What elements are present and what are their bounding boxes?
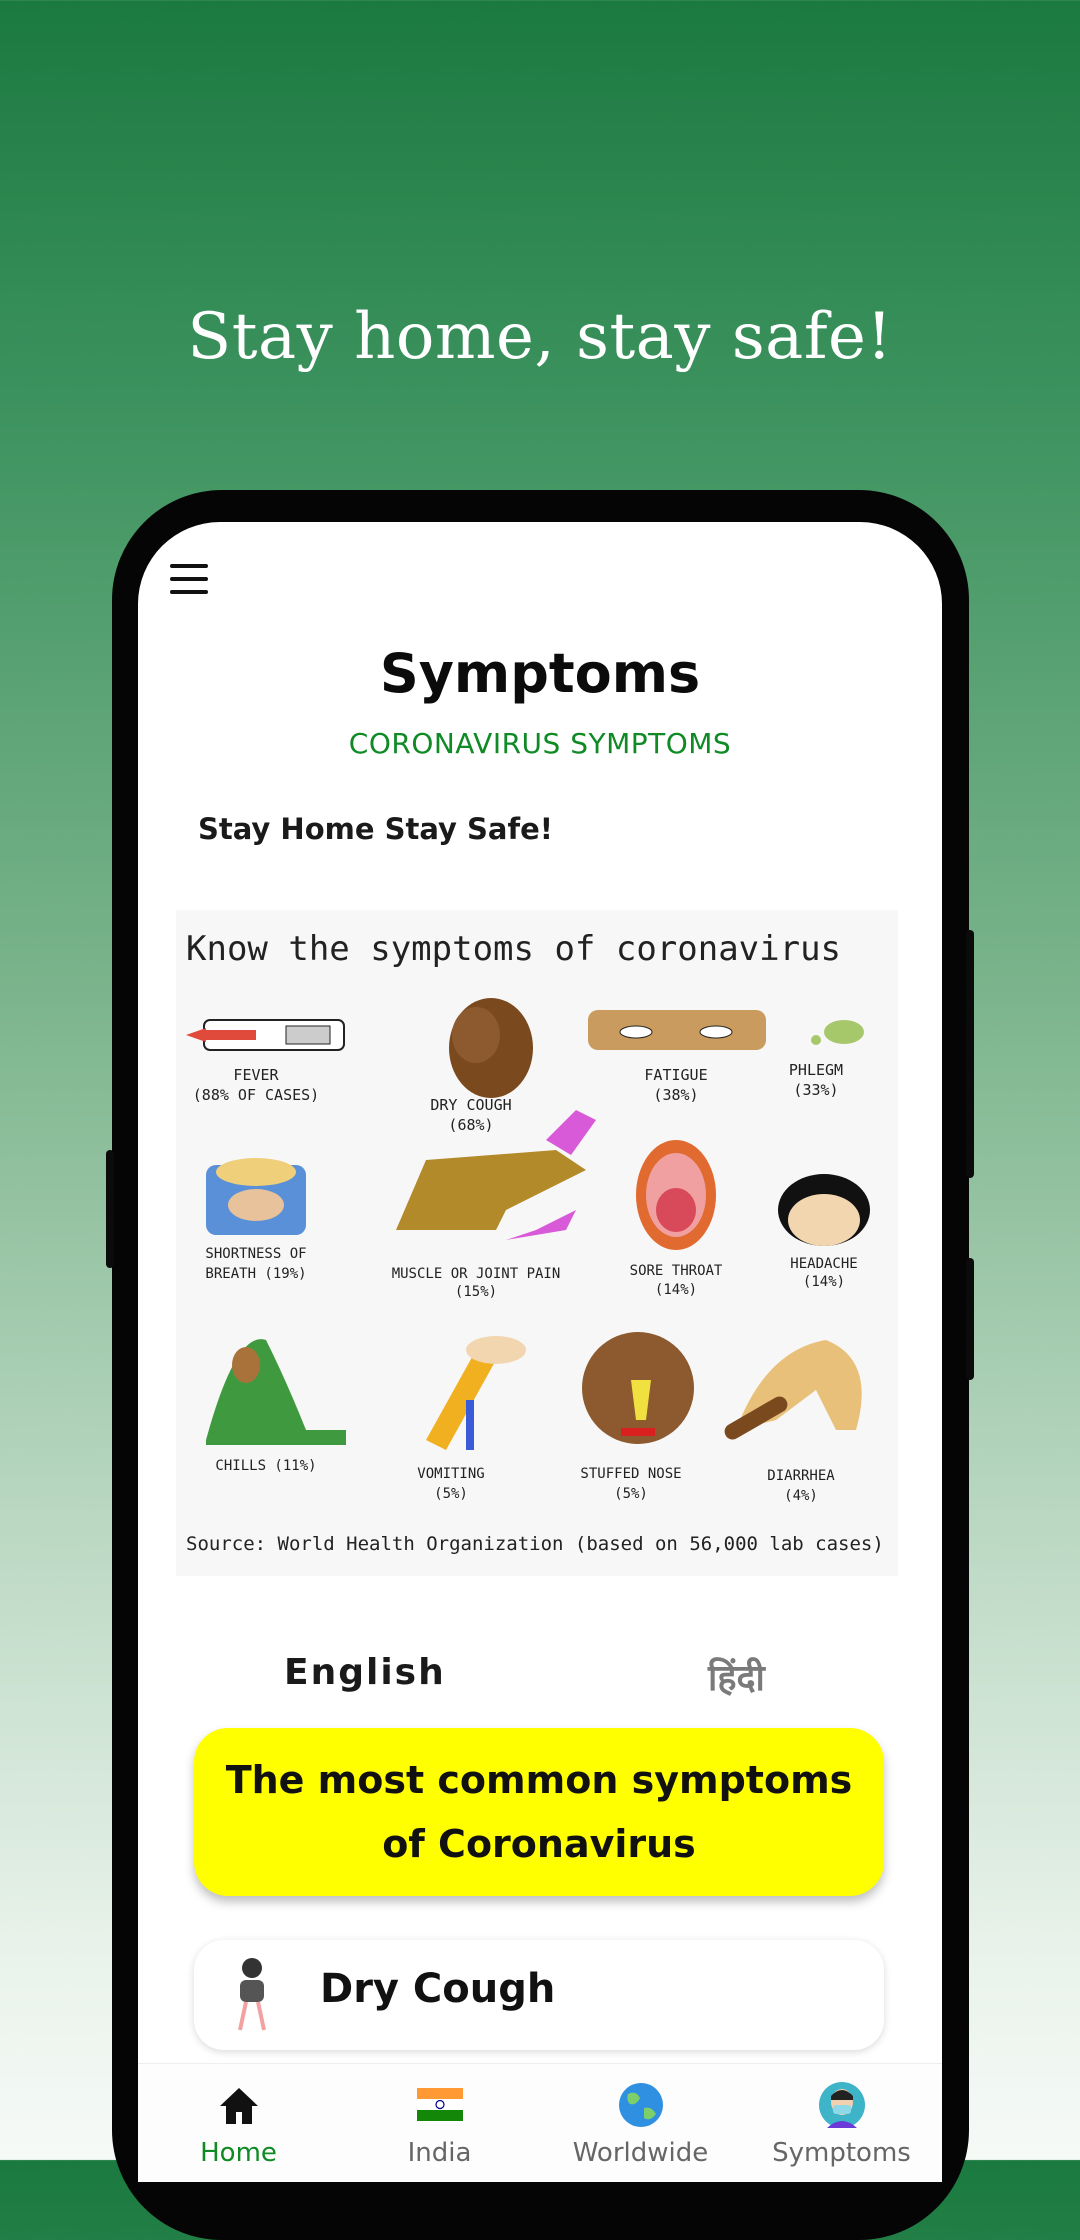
poster-label: CHILLS (11%) [215,1458,316,1474]
poster-stat: (5%) [434,1486,468,1502]
poster-label: DIARRHEA [767,1468,835,1484]
symptom-card-dry-cough[interactable]: Dry Cough [194,1940,884,2050]
fatigue-illustration [588,1010,766,1050]
page-subtitle: CORONAVIRUS SYMPTOMS [348,727,732,760]
phone-side-button [966,930,974,1178]
poster-label: SHORTNESS OF [205,1246,306,1262]
poster-label: FEVER [233,1066,279,1084]
nav-home[interactable]: Home [138,2064,339,2182]
language-toggle: English हिंदी [138,1652,942,1712]
poster-stat: (15%) [455,1284,497,1300]
shortness-of-breath-illustration [206,1158,306,1235]
home-icon [219,2088,258,2124]
nav-label: Symptoms [772,2138,911,2168]
language-hindi-tab[interactable]: हिंदी [708,1652,765,1701]
globe-icon [618,2083,663,2127]
menu-icon[interactable] [170,564,208,594]
poster-label: MUSCLE OR JOINT PAIN [392,1266,561,1282]
bottom-navigation: Home India Worldwide Symptoms [138,2063,942,2182]
poster-label: SORE THROAT [630,1263,723,1279]
poster-stat: (68%) [448,1116,493,1134]
poster-label: VOMITING [417,1466,484,1482]
poster-stat: (5%) [614,1486,648,1502]
muscle-joint-pain-illustration [396,1110,596,1240]
nav-label: Worldwide [572,2138,709,2168]
phone-side-button [106,1150,114,1268]
symptom-card-label: Dry Cough [320,1966,556,2012]
chills-illustration [206,1339,346,1445]
poster-stat: (88% OF CASES) [193,1086,319,1104]
poster-stat: (38%) [653,1086,698,1104]
masked-person-icon [818,2082,865,2128]
nav-label: India [407,2138,472,2168]
app-screen: Symptoms CORONAVIRUS SYMPTOMS Stay Home … [138,522,942,2182]
poster-stat: (4%) [784,1488,818,1504]
common-symptoms-banner: The most common symptoms of Coronavirus [194,1728,884,1896]
promo-tagline: Stay home, stay safe! [187,300,893,374]
poster-label: FATIGUE [644,1066,707,1084]
page-title: Symptoms [379,642,701,705]
sore-throat-illustration [636,1140,716,1250]
phone-side-button [966,1258,974,1380]
diarrhea-illustration [724,1340,862,1440]
nav-worldwide[interactable]: Worldwide [540,2064,741,2182]
symptoms-poster-image: Know the symptoms of coronavirus FEVER (… [176,910,898,1576]
nav-india[interactable]: India [339,2064,540,2182]
fever-illustration [186,1019,345,1051]
language-english-tab[interactable]: English [284,1652,446,1693]
poster-label: HEADACHE [790,1256,857,1272]
poster-stat: (33%) [793,1081,838,1099]
poster-label: PHLEGM [789,1061,843,1079]
poster-stat: (14%) [803,1274,845,1290]
poster-stat: BREATH (19%) [205,1266,306,1282]
poster-heading: Know the symptoms of coronavirus [186,929,841,969]
stuffed-nose-illustration [582,1332,694,1444]
india-flag-icon [416,2088,463,2121]
poster-label: STUFFED NOSE [580,1466,681,1482]
nav-label: Home [200,2138,277,2168]
poster-stat: (14%) [655,1282,697,1298]
dry-cough-illustration [449,998,533,1098]
poster-source: Source: World Health Organization (based… [186,1533,884,1555]
greeting-text: Stay Home Stay Safe! [198,812,553,846]
nav-symptoms[interactable]: Symptoms [741,2064,942,2182]
coughing-person-icon [238,1958,266,2031]
headache-illustration [778,1174,870,1246]
phlegm-illustration [811,1020,864,1045]
vomiting-illustration [426,1336,526,1450]
poster-label: DRY COUGH [430,1096,511,1114]
